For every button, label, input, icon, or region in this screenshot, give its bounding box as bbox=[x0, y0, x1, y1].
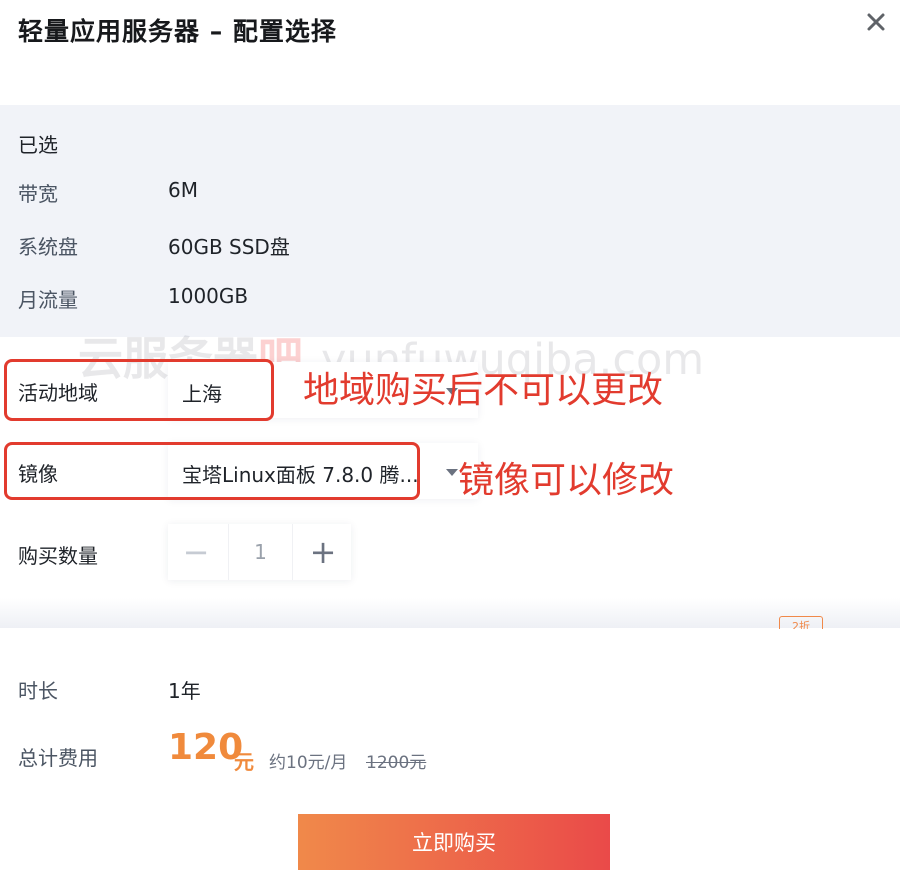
quantity-stepper: − 1 + bbox=[168, 524, 351, 580]
summary-row-system-disk: 系统盘 60GB SSD盘 bbox=[0, 231, 900, 261]
close-icon[interactable] bbox=[864, 10, 888, 34]
annotation-region-note: 地域购买后不可以更改 bbox=[303, 370, 664, 411]
original-price: 1200元 bbox=[366, 753, 427, 773]
discount-badge: 2折 bbox=[779, 616, 823, 629]
quantity-value[interactable]: 1 bbox=[228, 524, 293, 580]
total-price: 120 bbox=[168, 727, 244, 768]
chevron-down-icon bbox=[446, 469, 458, 476]
summary-label: 月流量 bbox=[18, 288, 78, 312]
annotation-image-note: 镜像可以修改 bbox=[458, 460, 675, 501]
decrement-button[interactable]: − bbox=[168, 524, 224, 580]
summary-row-bandwidth: 带宽 6M bbox=[0, 178, 900, 208]
region-select-value: 上海 bbox=[182, 382, 222, 406]
increment-button[interactable]: + bbox=[295, 524, 351, 580]
monthly-price: 约10元/月 bbox=[269, 753, 348, 773]
summary-label: 带宽 bbox=[18, 182, 58, 206]
quantity-label: 购买数量 bbox=[18, 544, 98, 568]
summary-row-monthly-traffic: 月流量 1000GB bbox=[0, 284, 900, 314]
region-label: 活动地域 bbox=[18, 381, 98, 405]
image-label: 镜像 bbox=[18, 462, 58, 486]
summary-value: 1000GB bbox=[168, 284, 249, 308]
summary-value: 60GB SSD盘 bbox=[168, 235, 290, 259]
image-select[interactable]: 宝塔Linux面板 7.8.0 腾... bbox=[168, 443, 478, 499]
summary-label: 系统盘 bbox=[18, 235, 78, 259]
price-currency: 元 bbox=[234, 750, 254, 774]
section-divider bbox=[0, 598, 900, 628]
selected-summary: 已选 带宽 6M 系统盘 60GB SSD盘 月流量 1000GB bbox=[0, 105, 900, 337]
image-select-value: 宝塔Linux面板 7.8.0 腾... bbox=[182, 463, 419, 487]
buy-now-button[interactable]: 立即购买 bbox=[298, 814, 610, 870]
summary-value: 6M bbox=[168, 178, 198, 202]
dialog-title: 轻量应用服务器 – 配置选择 bbox=[18, 17, 337, 46]
total-label: 总计费用 bbox=[18, 746, 98, 770]
summary-heading: 已选 bbox=[18, 133, 58, 157]
duration-label: 时长 bbox=[18, 679, 58, 703]
duration-value[interactable]: 1年 bbox=[168, 675, 201, 704]
